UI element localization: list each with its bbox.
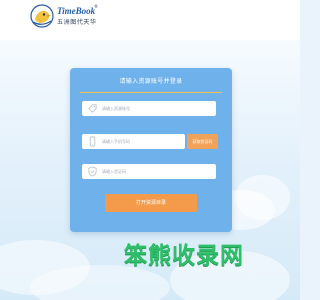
brand-subtitle: 五洲图代天华 [57, 19, 97, 26]
submit-button[interactable]: 打开资源目录 [105, 194, 197, 212]
phone-icon [89, 136, 96, 147]
phone-input[interactable] [102, 134, 182, 149]
cloud [235, 175, 290, 220]
duck-mascot-icon [30, 4, 54, 28]
tag-icon [88, 104, 97, 113]
brand-registered-mark: ® [94, 4, 98, 9]
watermark-text: 笨熊收录网 [124, 243, 244, 269]
shield-icon [88, 166, 97, 177]
brand-title: TimeBook [57, 6, 96, 16]
cloud [30, 265, 170, 300]
code-input[interactable] [102, 164, 208, 179]
phone-field[interactable] [82, 134, 185, 149]
header-bar: TimeBook ® 五洲图代天华 [0, 0, 300, 40]
account-input[interactable] [102, 101, 208, 116]
brand-logo[interactable]: TimeBook ® 五洲图代天华 [30, 4, 110, 32]
code-field[interactable] [82, 164, 216, 179]
title-divider [80, 92, 222, 93]
get-code-button[interactable]: 获取验证码 [187, 134, 218, 149]
login-title: 请输入资源账号并登录 [119, 78, 183, 85]
account-field[interactable] [82, 101, 216, 116]
login-card: 请输入资源账号并登录 获取验证码 打开资源目录 [70, 68, 232, 232]
